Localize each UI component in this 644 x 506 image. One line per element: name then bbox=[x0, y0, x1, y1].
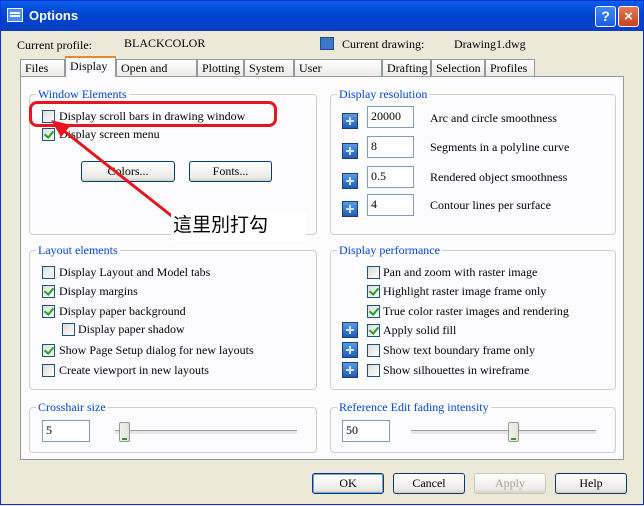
options-dialog: Options ? × Current profile: BLACKCOLOR … bbox=[0, 0, 644, 505]
annotation-note: 這里別打勾 bbox=[171, 211, 306, 241]
tab-display[interactable]: Display bbox=[65, 56, 116, 77]
